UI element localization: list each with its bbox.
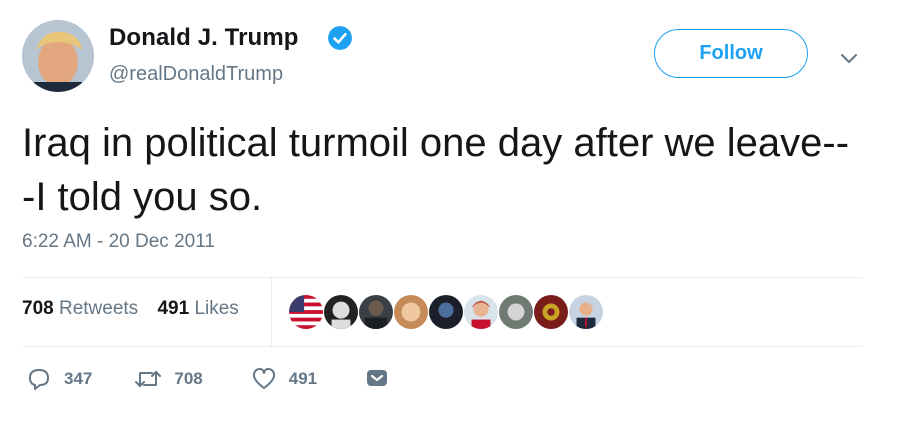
retweet-button[interactable]: 708 (134, 366, 203, 392)
likes-stat[interactable]: 491 Likes (157, 298, 238, 319)
liker-avatar[interactable] (533, 294, 569, 330)
chevron-down-icon[interactable] (838, 47, 860, 69)
liker-avatar[interactable] (288, 294, 324, 330)
retweets-stat[interactable]: 708 Retweets (22, 298, 138, 319)
likes-count: 491 (157, 298, 190, 319)
like-count: 491 (288, 369, 318, 388)
divider (22, 346, 862, 347)
follow-button[interactable]: Follow (654, 29, 808, 78)
stats-divider (271, 278, 272, 346)
liker-avatar[interactable] (568, 294, 604, 330)
heart-icon (252, 368, 275, 389)
reply-button[interactable]: 347 (26, 366, 92, 392)
retweet-icon (135, 371, 162, 387)
engagement-stats: 708 Retweets 491 Likes (22, 298, 253, 320)
like-button[interactable]: 491 (251, 366, 317, 392)
liker-avatar[interactable] (358, 294, 394, 330)
liker-avatar[interactable] (428, 294, 464, 330)
tweet-timestamp[interactable]: 6:22 AM - 20 Dec 2011 (22, 231, 215, 253)
retweet-count: 708 (174, 369, 203, 388)
direct-message-icon (367, 370, 388, 386)
liker-avatar[interactable] (323, 294, 359, 330)
retweets-count: 708 (22, 298, 54, 319)
reply-count: 347 (64, 369, 93, 388)
direct-message-button[interactable] (365, 367, 401, 391)
liker-avatars (288, 294, 604, 330)
author-avatar[interactable] (22, 20, 94, 92)
likes-label: Likes (194, 298, 239, 319)
reply-icon (29, 369, 49, 390)
liker-avatar[interactable] (498, 294, 534, 330)
author-display-name[interactable]: Donald J. Trump (109, 24, 299, 52)
liker-avatar[interactable] (393, 294, 429, 330)
divider (22, 277, 862, 278)
author-handle[interactable]: @realDonaldTrump (109, 63, 283, 86)
retweets-label: Retweets (58, 298, 139, 319)
verified-badge-icon (328, 26, 352, 50)
tweet-actions: 347 708 491 (26, 366, 401, 392)
liker-avatar[interactable] (463, 294, 499, 330)
tweet-text: Iraq in political turmoil one day after … (22, 121, 850, 219)
